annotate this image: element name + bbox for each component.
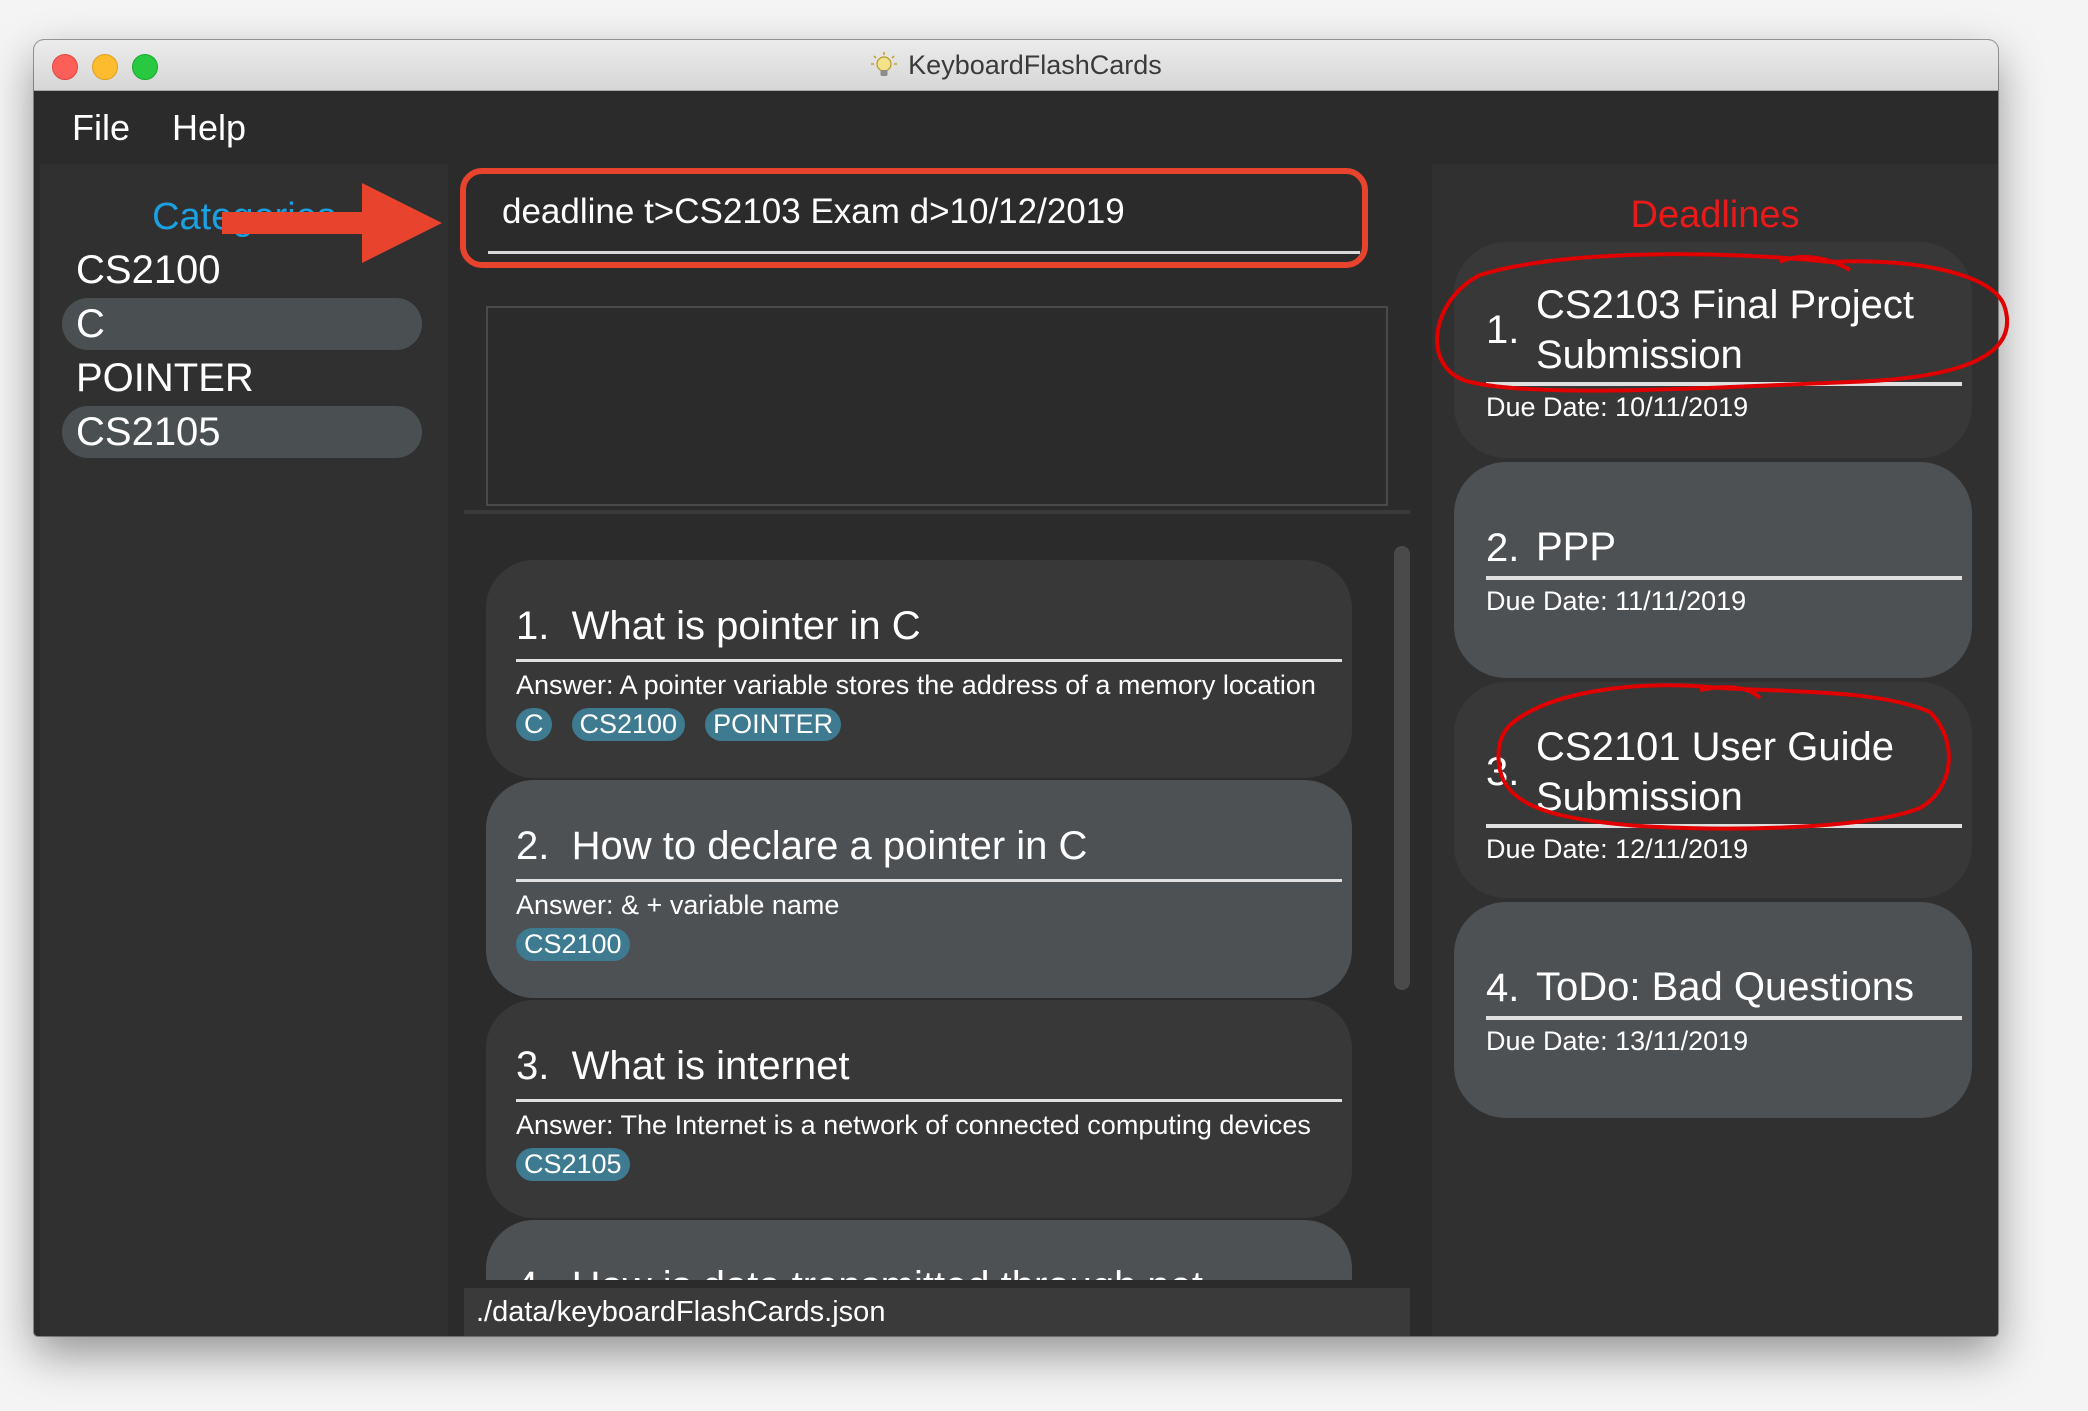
category-item[interactable]: CS2105 <box>62 406 422 458</box>
deadline-title: PPP <box>1536 525 1617 569</box>
flashcard-list-scrollbar[interactable] <box>1394 546 1410 990</box>
menu-help[interactable]: Help <box>172 107 246 149</box>
divider <box>1486 576 1962 580</box>
flashcard-question: 1. What is pointer in C <box>516 604 921 648</box>
divider <box>516 659 1342 662</box>
deadline-card[interactable]: 3. CS2101 User Guide Submission Due Date… <box>1454 682 1972 898</box>
deadline-index: 1. <box>1486 308 1520 352</box>
annotation-highlight-box <box>460 168 1368 268</box>
tag-list: CS2105 <box>516 1148 630 1181</box>
deadline-card[interactable]: 2. PPP Due Date: 11/11/2019 <box>1454 462 1972 678</box>
divider <box>464 510 1410 514</box>
category-item[interactable]: CS2100 <box>62 244 422 296</box>
title-bar: KeyboardFlashCards <box>34 40 1998 91</box>
deadline-due-date: Due Date: 11/11/2019 <box>1486 586 1747 616</box>
divider <box>1486 1016 1962 1020</box>
flashcard[interactable]: 4. How is data transmitted through net <box>486 1220 1352 1280</box>
flashcard-answer: Answer: The Internet is a network of con… <box>516 1110 1311 1140</box>
lightbulb-icon <box>871 52 898 76</box>
menu-bar: File Help <box>34 91 1998 161</box>
main-panel: deadline t>CS2103 Exam d>10/12/2019 1. W… <box>460 164 1410 1336</box>
categories-title: Categories <box>152 196 336 238</box>
deadline-due-date: Due Date: 12/11/2019 <box>1486 834 1749 864</box>
deadline-due-date: Due Date: 13/11/2019 <box>1486 1026 1749 1056</box>
divider <box>1486 382 1962 386</box>
status-bar: ./data/keyboardFlashCards.json <box>464 1288 1410 1336</box>
deadline-title: ToDo: Bad Questions <box>1536 965 1914 1009</box>
tag-badge: CS2100 <box>516 928 630 961</box>
flashcard[interactable]: 1. What is pointer in C Answer: A pointe… <box>486 560 1352 778</box>
divider <box>1486 824 1962 828</box>
tag-list: CS2100 <box>516 928 630 961</box>
tag-badge: POINTER <box>705 708 842 741</box>
deadline-due-date: Due Date: 10/11/2019 <box>1486 392 1749 422</box>
categories-panel: Categories CS2100 C POINTER CS2105 <box>40 164 448 1336</box>
flashcard-question: 3. What is internet <box>516 1044 850 1088</box>
tag-badge: C <box>516 708 552 741</box>
tag-list: C CS2100 POINTER <box>516 708 842 741</box>
window-title: KeyboardFlashCards <box>908 49 1162 80</box>
deadline-title: CS2101 User Guide Submission <box>1536 725 1894 819</box>
flashcard[interactable]: 3. What is internet Answer: The Internet… <box>486 1000 1352 1218</box>
menu-file[interactable]: File <box>72 107 130 149</box>
deadlines-panel: Deadlines 1. CS2103 Final Project Submis… <box>1432 164 1998 1336</box>
result-display <box>486 306 1388 506</box>
category-item[interactable]: C <box>62 298 422 350</box>
divider <box>516 1099 1342 1102</box>
flashcard-answer: Answer: & + variable name <box>516 890 840 920</box>
tag-badge: CS2105 <box>516 1148 630 1181</box>
save-location: ./data/keyboardFlashCards.json <box>476 1296 886 1328</box>
deadline-title: CS2103 Final Project Submission <box>1536 283 1914 377</box>
deadline-card[interactable]: 1. CS2103 Final Project Submission Due D… <box>1454 242 1972 458</box>
flashcard-question: 2. How to declare a pointer in C <box>516 824 1088 868</box>
deadline-index: 2. <box>1486 526 1520 570</box>
app-window: KeyboardFlashCards File Help Categories … <box>34 40 1998 1336</box>
flashcard-question: 4. How is data transmitted through net <box>516 1264 1203 1280</box>
flashcard-answer: Answer: A pointer variable stores the ad… <box>516 670 1316 700</box>
tag-badge: CS2100 <box>571 708 686 741</box>
deadline-index: 4. <box>1486 966 1520 1010</box>
flashcard-list[interactable]: 1. What is pointer in C Answer: A pointe… <box>464 520 1410 1280</box>
flashcard[interactable]: 2. How to declare a pointer in C Answer:… <box>486 780 1352 998</box>
divider <box>516 879 1342 882</box>
deadlines-title: Deadlines <box>1630 194 1800 236</box>
category-item[interactable]: POINTER <box>62 352 422 404</box>
deadline-card[interactable]: 4. ToDo: Bad Questions Due Date: 13/11/2… <box>1454 902 1972 1118</box>
deadline-index: 3. <box>1486 750 1520 794</box>
